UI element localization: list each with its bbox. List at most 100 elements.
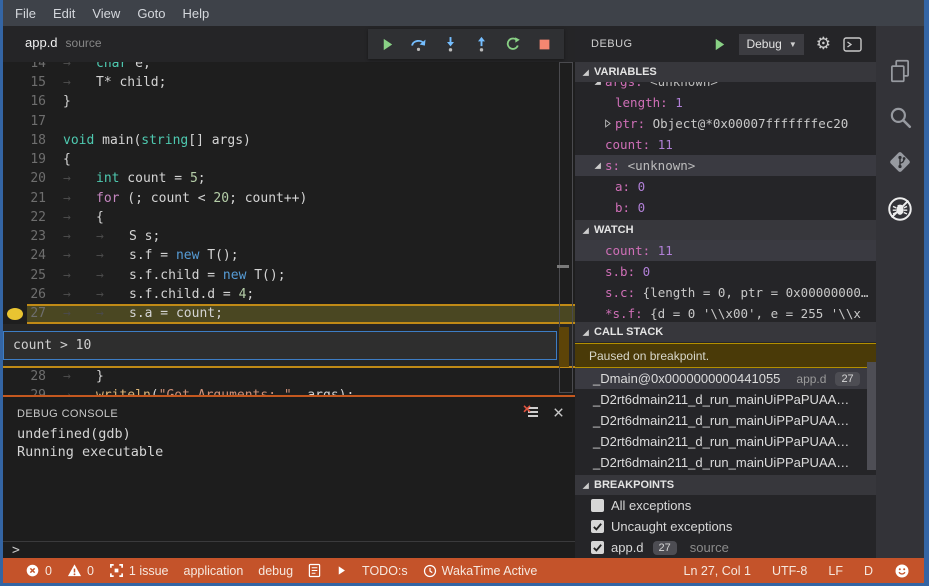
overview-ruler-mark: [559, 327, 569, 367]
console-input[interactable]: >: [3, 541, 575, 559]
code-line-28: 28 →}: [3, 367, 575, 387]
status-feedback[interactable]: [894, 563, 910, 579]
code-line-21: 21 → for (; count < 20; count++): [3, 189, 575, 209]
code-line-23: 23 → → S s;: [3, 227, 575, 247]
code-text: }: [63, 94, 71, 110]
start-debug-icon[interactable]: [712, 37, 727, 52]
variable-name: ptr:: [615, 116, 653, 131]
variable-b[interactable]: b: 0: [575, 197, 876, 218]
code-editor[interactable]: 14 → char e; 15 → T* child; 16} 17 18 void main(s…: [3, 62, 575, 395]
status-document[interactable]: [308, 563, 321, 578]
step-into-button[interactable]: [438, 32, 462, 56]
status-right: Ln 27, Col 1 UTF-8 LF D: [684, 563, 910, 579]
status-task-debug[interactable]: debug: [258, 564, 293, 578]
files-activity-icon[interactable]: [876, 50, 924, 92]
menu-help[interactable]: Help: [180, 4, 213, 23]
status-label: 0: [45, 563, 52, 578]
line-number: 24: [30, 248, 46, 264]
gear-icon[interactable]: ⚙: [816, 35, 831, 54]
checkbox-checked[interactable]: [591, 541, 604, 554]
frame-function: _D2rt6dmain211_d_run_mainUiPPaPUAA…: [593, 413, 850, 428]
panel-title: DEBUG: [591, 38, 633, 50]
status-errors[interactable]: 0: [25, 563, 52, 578]
tab-appd[interactable]: app.d source: [25, 35, 102, 50]
status-run-task[interactable]: [336, 565, 347, 576]
code-line-25: 25 → → s.f.child = new T();: [3, 266, 575, 286]
stack-frame[interactable]: _D2rt6dmain211_d_run_mainUiPPaPUAA…: [575, 410, 876, 431]
breakpoint-item[interactable]: Uncaught exceptions: [575, 516, 876, 537]
variable-name: s.b:: [605, 264, 643, 279]
debug-activity-icon[interactable]: [876, 188, 924, 230]
variable-args[interactable]: args: <unknown>: [575, 82, 876, 92]
section-watch[interactable]: WATCH: [575, 220, 876, 240]
breakpoint-item[interactable]: app.d 27 source: [575, 537, 876, 558]
scrollbar-thumb[interactable]: [557, 265, 569, 268]
chevron-collapsed-icon[interactable]: [603, 119, 615, 128]
stack-frame[interactable]: _D2rt6dmain211_d_run_mainUiPPaPUAA…: [575, 389, 876, 410]
git-activity-icon[interactable]: [876, 141, 924, 183]
prompt-chevron-icon: >: [12, 543, 20, 558]
variable-name: s.c:: [605, 285, 643, 300]
variable-value: 0: [637, 200, 646, 215]
watch-s.b[interactable]: s.b: 0: [575, 261, 876, 282]
status-todos[interactable]: TODO:s: [362, 564, 408, 578]
search-activity-icon[interactable]: [876, 96, 924, 138]
line-number: 27: [30, 305, 46, 321]
stack-frame[interactable]: _D2rt6dmain211_d_run_mainUiPPaPUAA…: [575, 431, 876, 452]
watch-*s.f[interactable]: *s.f: {d = 0 '\\x00', e = 255 '\\x: [575, 303, 876, 322]
menu-view[interactable]: View: [89, 4, 123, 23]
section-breakpoints[interactable]: BREAKPOINTS: [575, 475, 876, 495]
open-console-icon[interactable]: [843, 36, 862, 52]
stack-frame[interactable]: _Dmain@0x0000000000441055 app.d 27: [575, 368, 876, 389]
stack-frame[interactable]: _D2rt6dmain211_d_run_mainUiPPaPUAA…: [575, 452, 876, 473]
watch-count[interactable]: count: 11: [575, 240, 876, 261]
code-line-26: 26 → → s.f.child.d = 4;: [3, 285, 575, 305]
checkbox-unchecked[interactable]: [591, 499, 604, 512]
line-number: 22: [30, 209, 46, 225]
variable-length[interactable]: length: 1: [575, 92, 876, 113]
chevron-expanded-icon[interactable]: [593, 161, 605, 170]
status-cursor-position[interactable]: Ln 27, Col 1: [684, 564, 751, 578]
status-task-application[interactable]: application: [184, 564, 244, 578]
section-call-stack[interactable]: CALL STACK: [575, 322, 876, 342]
status-wakatime[interactable]: WakaTime Active: [423, 564, 537, 578]
stop-button[interactable]: [533, 32, 557, 56]
code-text: {: [63, 152, 71, 168]
variable-name: length:: [615, 95, 676, 110]
step-out-button[interactable]: [470, 32, 494, 56]
variable-s[interactable]: s: <unknown>: [575, 155, 876, 176]
doc-icon: [308, 563, 321, 578]
status-encoding[interactable]: UTF-8: [772, 564, 807, 578]
status-issues[interactable]: 1 issue: [109, 563, 169, 578]
menu-edit[interactable]: Edit: [50, 4, 78, 23]
debug-config-dropdown[interactable]: Debug ▼: [739, 33, 804, 55]
status-eol[interactable]: LF: [828, 564, 843, 578]
code-text: → → S s;: [63, 229, 161, 245]
activity-bar: [876, 26, 924, 558]
close-icon[interactable]: [552, 406, 565, 419]
variable-ptr[interactable]: ptr: Object@*0x00007fffffffec20: [575, 113, 876, 134]
menu-file[interactable]: File: [12, 4, 39, 23]
clear-console-icon[interactable]: [523, 405, 539, 419]
breakpoint-item[interactable]: All exceptions: [575, 495, 876, 516]
step-over-button[interactable]: [407, 32, 431, 56]
menu-goto[interactable]: Goto: [134, 4, 168, 23]
editor-scrollbar[interactable]: [557, 62, 573, 393]
status-language-mode[interactable]: D: [864, 564, 873, 578]
sidebar-scrollbar[interactable]: [867, 362, 876, 470]
continue-button[interactable]: [375, 32, 399, 56]
section-variables[interactable]: VARIABLES: [575, 62, 876, 82]
condition-input[interactable]: count > 10: [3, 330, 557, 360]
chevron-expanded-icon[interactable]: [593, 82, 605, 86]
code-text: → for (; count < 20; count++): [63, 190, 308, 206]
watch-s.c[interactable]: s.c: {length = 0, ptr = 0x00000000…: [575, 282, 876, 303]
restart-button[interactable]: [501, 32, 525, 56]
code-text: → int count = 5;: [63, 171, 206, 187]
status-label: TODO:s: [362, 563, 408, 578]
status-warnings[interactable]: 0: [67, 563, 94, 578]
variable-a[interactable]: a: 0: [575, 176, 876, 197]
warning-icon: [67, 563, 82, 578]
line-number: 17: [30, 113, 46, 129]
checkbox-checked[interactable]: [591, 520, 604, 533]
variable-count[interactable]: count: 11: [575, 134, 876, 155]
